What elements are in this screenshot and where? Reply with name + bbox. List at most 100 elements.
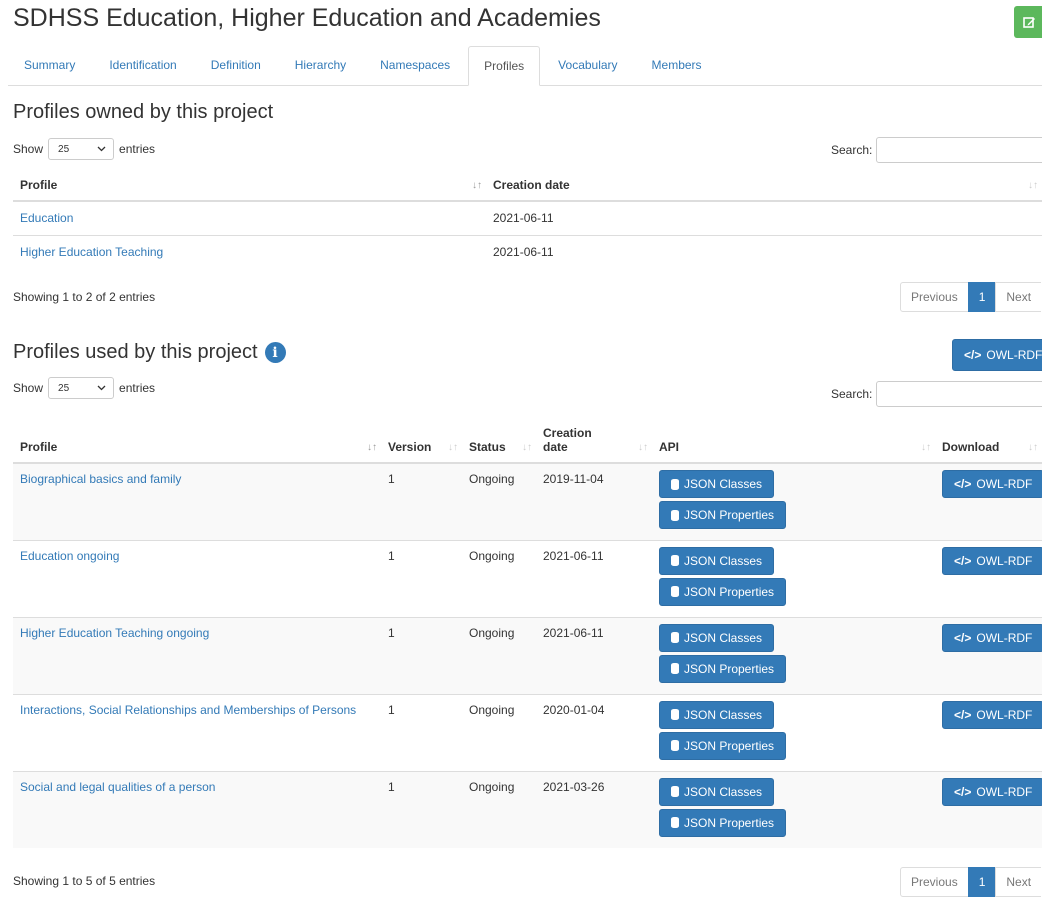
api-cell: JSON Classes JSON Properties xyxy=(652,693,935,771)
column-header-status[interactable]: Status ↓↑ xyxy=(462,418,536,464)
sort-icon: ↓↑ xyxy=(921,442,931,453)
json-properties-button[interactable]: JSON Properties xyxy=(659,654,787,683)
owned-search-input[interactable] xyxy=(876,137,1042,163)
length-value: 25 xyxy=(58,143,70,155)
database-icon xyxy=(671,555,679,566)
column-header-api[interactable]: API ↓↑ xyxy=(652,418,935,464)
code-icon: </> xyxy=(964,348,982,362)
tab-namespaces[interactable]: Namespaces xyxy=(364,46,466,84)
page-title: SDHSS Education, Higher Education and Ac… xyxy=(13,4,601,32)
database-icon xyxy=(671,586,679,597)
column-header-profile[interactable]: Profile ↓↑ xyxy=(13,418,381,464)
owned-table-info: Showing 1 to 2 of 2 entries xyxy=(13,290,156,304)
json-properties-button[interactable]: JSON Properties xyxy=(659,731,787,760)
page-1-button[interactable]: 1 xyxy=(967,867,997,897)
page-1-button[interactable]: 1 xyxy=(967,282,997,312)
api-cell: JSON Classes JSON Properties xyxy=(652,770,935,848)
tab-summary[interactable]: Summary xyxy=(8,46,91,84)
profile-link[interactable]: Biographical basics and family xyxy=(20,472,181,486)
next-page-button[interactable]: Next xyxy=(995,282,1042,312)
column-header-download[interactable]: Download ↓↑ xyxy=(935,418,1042,464)
column-header-version[interactable]: Version ↓↑ xyxy=(381,418,462,464)
used-pagination: Previous 1 Next xyxy=(900,867,1042,897)
profile-link[interactable]: Education xyxy=(20,211,73,225)
creation-date: 2021-03-26 xyxy=(536,770,652,848)
used-length-control: Show 25 entries xyxy=(13,377,155,399)
edit-button[interactable] xyxy=(1014,6,1042,38)
code-icon: </> xyxy=(954,553,972,568)
used-search-input[interactable] xyxy=(876,381,1042,407)
status-cell: Ongoing xyxy=(462,462,536,540)
database-icon xyxy=(671,509,679,521)
owl-rdf-button[interactable]: </> OWL-RDF xyxy=(942,623,1042,652)
info-icon[interactable]: i xyxy=(264,342,286,363)
tab-hierarchy[interactable]: Hierarchy xyxy=(279,46,362,84)
owned-search: Search: xyxy=(831,137,1042,163)
show-label: Show xyxy=(13,142,44,156)
json-properties-button[interactable]: JSON Properties xyxy=(659,501,787,529)
database-icon xyxy=(671,709,679,720)
sort-icon: ↓↑ xyxy=(472,180,482,191)
sort-icon: ↓↑ xyxy=(638,442,648,453)
version-cell: 1 xyxy=(381,616,462,694)
json-classes-button[interactable]: JSON Classes xyxy=(659,777,775,806)
json-classes-button[interactable]: JSON Classes xyxy=(659,546,775,575)
next-page-button[interactable]: Next xyxy=(995,867,1042,897)
database-icon xyxy=(671,663,679,674)
status-cell: Ongoing xyxy=(462,616,536,694)
json-classes-button[interactable]: JSON Classes xyxy=(659,470,775,498)
creation-date: 2021-06-11 xyxy=(486,234,1042,269)
profile-link[interactable]: Education ongoing xyxy=(20,549,119,563)
api-cell: JSON Classes JSON Properties xyxy=(652,539,935,617)
creation-date: 2020-01-04 xyxy=(536,693,652,771)
profile-link[interactable]: Interactions, Social Relationships and M… xyxy=(20,703,356,717)
tab-profiles[interactable]: Profiles xyxy=(468,46,541,86)
previous-page-button[interactable]: Previous xyxy=(900,867,969,897)
sort-icon: ↓↑ xyxy=(522,442,532,453)
sort-icon: ↓↑ xyxy=(1028,442,1038,453)
used-length-select[interactable]: 25 xyxy=(48,377,115,399)
owl-rdf-button[interactable]: </> OWL-RDF xyxy=(942,470,1042,498)
tab-vocabulary[interactable]: Vocabulary xyxy=(542,46,633,84)
version-cell: 1 xyxy=(381,539,462,617)
length-value: 25 xyxy=(58,382,70,394)
sort-icon: ↓↑ xyxy=(367,442,377,453)
json-properties-button[interactable]: JSON Properties xyxy=(659,808,787,837)
creation-date: 2021-06-11 xyxy=(536,616,652,694)
chevron-down-icon xyxy=(97,385,106,391)
owned-pagination: Previous 1 Next xyxy=(900,282,1042,312)
sort-icon: ↓↑ xyxy=(1028,180,1038,191)
owl-rdf-download-button[interactable]: </> OWL-RDF xyxy=(952,339,1042,371)
show-label: Show xyxy=(13,381,44,395)
tab-identification[interactable]: Identification xyxy=(93,46,192,84)
code-icon: </> xyxy=(954,477,972,491)
profile-link[interactable]: Higher Education Teaching ongoing xyxy=(20,626,209,640)
tab-definition[interactable]: Definition xyxy=(195,46,277,84)
api-cell: JSON Classes JSON Properties xyxy=(652,616,935,694)
owned-length-control: Show 25 entries xyxy=(13,138,155,160)
api-cell: JSON Classes JSON Properties xyxy=(652,462,935,540)
version-cell: 1 xyxy=(381,770,462,848)
json-classes-button[interactable]: JSON Classes xyxy=(659,700,775,729)
download-cell: </> OWL-RDF xyxy=(935,770,1042,848)
tab-members[interactable]: Members xyxy=(636,46,718,84)
database-icon xyxy=(671,632,679,643)
owl-rdf-button[interactable]: </> OWL-RDF xyxy=(942,777,1042,806)
column-header-creation-date[interactable]: Creation date ↓↑ xyxy=(536,418,652,464)
search-label: Search: xyxy=(831,143,873,157)
download-cell: </> OWL-RDF xyxy=(935,539,1042,617)
json-classes-button[interactable]: JSON Classes xyxy=(659,623,775,652)
previous-page-button[interactable]: Previous xyxy=(900,282,969,312)
download-cell: </> OWL-RDF xyxy=(935,462,1042,540)
json-properties-button[interactable]: JSON Properties xyxy=(659,577,787,606)
owned-length-select[interactable]: 25 xyxy=(48,138,115,160)
creation-date: 2019-11-04 xyxy=(536,462,652,540)
column-header-creation-date[interactable]: Creation date ↓↑ xyxy=(486,170,1042,202)
creation-date: 2021-06-11 xyxy=(486,200,1042,235)
profile-link[interactable]: Social and legal qualities of a person xyxy=(20,780,215,794)
profile-link[interactable]: Higher Education Teaching xyxy=(20,245,163,259)
owl-rdf-button[interactable]: </> OWL-RDF xyxy=(942,700,1042,729)
chevron-down-icon xyxy=(97,146,106,152)
owl-rdf-button[interactable]: </> OWL-RDF xyxy=(942,546,1042,575)
column-header-profile[interactable]: Profile ↓↑ xyxy=(13,170,486,202)
